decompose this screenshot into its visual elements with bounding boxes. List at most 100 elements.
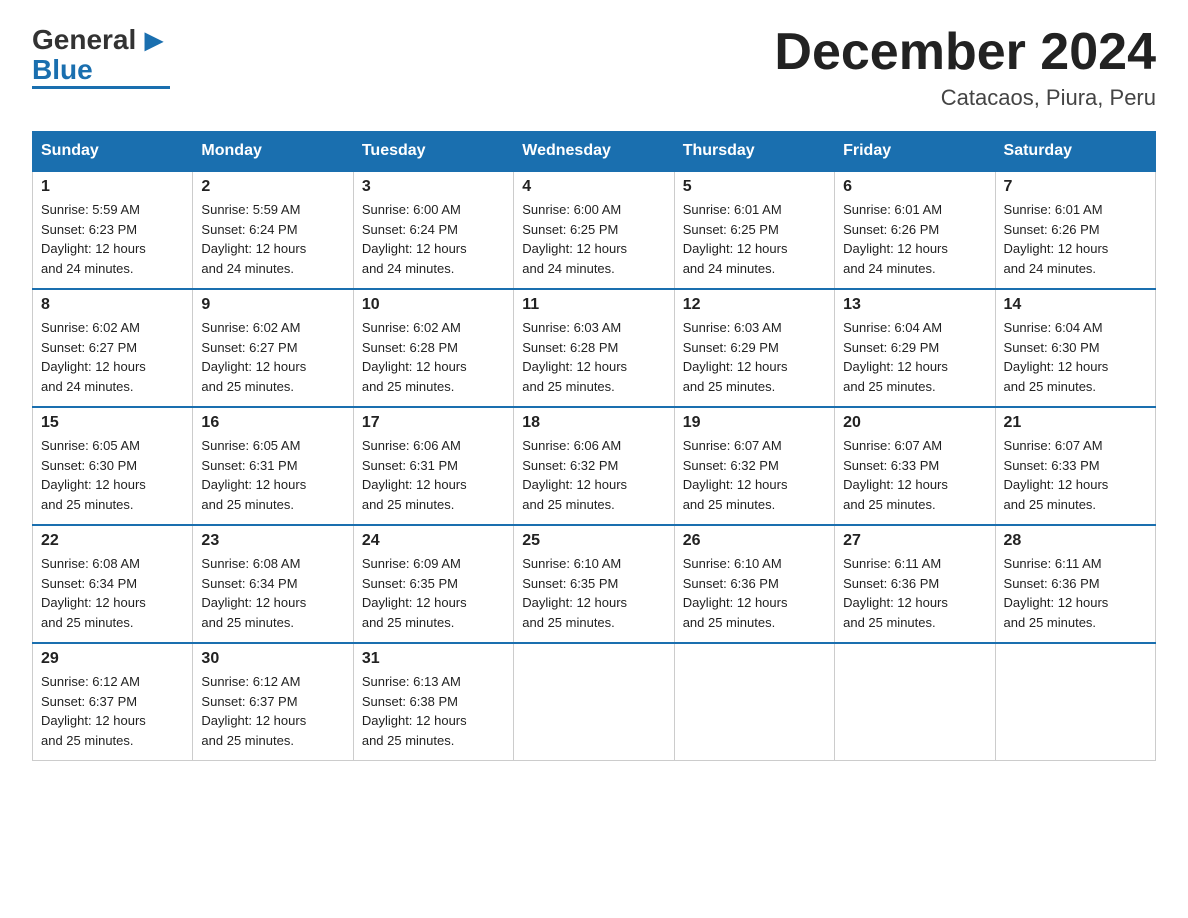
day-number: 23 <box>201 532 344 550</box>
table-row: 5 Sunrise: 6:01 AMSunset: 6:25 PMDayligh… <box>674 171 834 289</box>
day-info: Sunrise: 6:06 AMSunset: 6:31 PMDaylight:… <box>362 438 467 512</box>
day-info: Sunrise: 6:00 AMSunset: 6:24 PMDaylight:… <box>362 202 467 276</box>
page-header: General► Blue December 2024 Catacaos, Pi… <box>32 24 1156 111</box>
day-info: Sunrise: 6:07 AMSunset: 6:33 PMDaylight:… <box>843 438 948 512</box>
table-row: 21 Sunrise: 6:07 AMSunset: 6:33 PMDaylig… <box>995 407 1155 525</box>
table-row: 13 Sunrise: 6:04 AMSunset: 6:29 PMDaylig… <box>835 289 995 407</box>
day-number: 28 <box>1004 532 1147 550</box>
day-info: Sunrise: 6:01 AMSunset: 6:26 PMDaylight:… <box>1004 202 1109 276</box>
table-row: 27 Sunrise: 6:11 AMSunset: 6:36 PMDaylig… <box>835 525 995 643</box>
table-row: 4 Sunrise: 6:00 AMSunset: 6:25 PMDayligh… <box>514 171 674 289</box>
table-row: 25 Sunrise: 6:10 AMSunset: 6:35 PMDaylig… <box>514 525 674 643</box>
day-info: Sunrise: 5:59 AMSunset: 6:24 PMDaylight:… <box>201 202 306 276</box>
table-row: 12 Sunrise: 6:03 AMSunset: 6:29 PMDaylig… <box>674 289 834 407</box>
day-info: Sunrise: 6:10 AMSunset: 6:36 PMDaylight:… <box>683 556 788 630</box>
main-title: December 2024 <box>774 24 1156 81</box>
day-info: Sunrise: 6:02 AMSunset: 6:28 PMDaylight:… <box>362 320 467 394</box>
day-info: Sunrise: 6:00 AMSunset: 6:25 PMDaylight:… <box>522 202 627 276</box>
header-friday: Friday <box>835 132 995 172</box>
logo-arrow-icon: ► <box>138 24 170 56</box>
day-number: 6 <box>843 178 986 196</box>
day-info: Sunrise: 6:12 AMSunset: 6:37 PMDaylight:… <box>201 674 306 748</box>
table-row: 15 Sunrise: 6:05 AMSunset: 6:30 PMDaylig… <box>33 407 193 525</box>
day-info: Sunrise: 6:11 AMSunset: 6:36 PMDaylight:… <box>1004 556 1109 630</box>
table-row: 10 Sunrise: 6:02 AMSunset: 6:28 PMDaylig… <box>353 289 513 407</box>
day-number: 30 <box>201 650 344 668</box>
day-info: Sunrise: 6:01 AMSunset: 6:25 PMDaylight:… <box>683 202 788 276</box>
table-row: 29 Sunrise: 6:12 AMSunset: 6:37 PMDaylig… <box>33 643 193 761</box>
table-row: 19 Sunrise: 6:07 AMSunset: 6:32 PMDaylig… <box>674 407 834 525</box>
day-info: Sunrise: 6:12 AMSunset: 6:37 PMDaylight:… <box>41 674 146 748</box>
table-row: 7 Sunrise: 6:01 AMSunset: 6:26 PMDayligh… <box>995 171 1155 289</box>
table-row: 9 Sunrise: 6:02 AMSunset: 6:27 PMDayligh… <box>193 289 353 407</box>
day-number: 17 <box>362 414 505 432</box>
table-row <box>674 643 834 761</box>
day-number: 21 <box>1004 414 1147 432</box>
day-number: 8 <box>41 296 184 314</box>
day-number: 4 <box>522 178 665 196</box>
table-row: 17 Sunrise: 6:06 AMSunset: 6:31 PMDaylig… <box>353 407 513 525</box>
day-number: 10 <box>362 296 505 314</box>
table-row: 28 Sunrise: 6:11 AMSunset: 6:36 PMDaylig… <box>995 525 1155 643</box>
header-saturday: Saturday <box>995 132 1155 172</box>
day-info: Sunrise: 6:08 AMSunset: 6:34 PMDaylight:… <box>201 556 306 630</box>
day-info: Sunrise: 6:03 AMSunset: 6:29 PMDaylight:… <box>683 320 788 394</box>
day-number: 14 <box>1004 296 1147 314</box>
day-info: Sunrise: 5:59 AMSunset: 6:23 PMDaylight:… <box>41 202 146 276</box>
calendar-week-row: 29 Sunrise: 6:12 AMSunset: 6:37 PMDaylig… <box>33 643 1156 761</box>
day-number: 7 <box>1004 178 1147 196</box>
table-row: 11 Sunrise: 6:03 AMSunset: 6:28 PMDaylig… <box>514 289 674 407</box>
calendar-week-row: 1 Sunrise: 5:59 AMSunset: 6:23 PMDayligh… <box>33 171 1156 289</box>
table-row <box>514 643 674 761</box>
day-number: 26 <box>683 532 826 550</box>
logo-general-text: General <box>32 24 136 56</box>
day-number: 1 <box>41 178 184 196</box>
table-row: 18 Sunrise: 6:06 AMSunset: 6:32 PMDaylig… <box>514 407 674 525</box>
day-number: 24 <box>362 532 505 550</box>
day-info: Sunrise: 6:02 AMSunset: 6:27 PMDaylight:… <box>201 320 306 394</box>
table-row: 30 Sunrise: 6:12 AMSunset: 6:37 PMDaylig… <box>193 643 353 761</box>
day-number: 22 <box>41 532 184 550</box>
calendar-table: Sunday Monday Tuesday Wednesday Thursday… <box>32 131 1156 761</box>
header-sunday: Sunday <box>33 132 193 172</box>
table-row: 1 Sunrise: 5:59 AMSunset: 6:23 PMDayligh… <box>33 171 193 289</box>
table-row: 2 Sunrise: 5:59 AMSunset: 6:24 PMDayligh… <box>193 171 353 289</box>
day-number: 18 <box>522 414 665 432</box>
day-number: 19 <box>683 414 826 432</box>
day-number: 12 <box>683 296 826 314</box>
day-number: 27 <box>843 532 986 550</box>
table-row <box>835 643 995 761</box>
logo-blue-text: Blue <box>32 56 170 89</box>
day-info: Sunrise: 6:11 AMSunset: 6:36 PMDaylight:… <box>843 556 948 630</box>
table-row: 16 Sunrise: 6:05 AMSunset: 6:31 PMDaylig… <box>193 407 353 525</box>
calendar-week-row: 8 Sunrise: 6:02 AMSunset: 6:27 PMDayligh… <box>33 289 1156 407</box>
day-number: 15 <box>41 414 184 432</box>
table-row: 6 Sunrise: 6:01 AMSunset: 6:26 PMDayligh… <box>835 171 995 289</box>
day-number: 29 <box>41 650 184 668</box>
day-info: Sunrise: 6:05 AMSunset: 6:31 PMDaylight:… <box>201 438 306 512</box>
logo-line1: General► <box>32 24 170 56</box>
table-row: 3 Sunrise: 6:00 AMSunset: 6:24 PMDayligh… <box>353 171 513 289</box>
table-row <box>995 643 1155 761</box>
table-row: 23 Sunrise: 6:08 AMSunset: 6:34 PMDaylig… <box>193 525 353 643</box>
day-info: Sunrise: 6:08 AMSunset: 6:34 PMDaylight:… <box>41 556 146 630</box>
day-info: Sunrise: 6:07 AMSunset: 6:32 PMDaylight:… <box>683 438 788 512</box>
logo: General► Blue <box>32 24 170 89</box>
header-tuesday: Tuesday <box>353 132 513 172</box>
day-number: 20 <box>843 414 986 432</box>
day-number: 5 <box>683 178 826 196</box>
calendar-week-row: 22 Sunrise: 6:08 AMSunset: 6:34 PMDaylig… <box>33 525 1156 643</box>
table-row: 14 Sunrise: 6:04 AMSunset: 6:30 PMDaylig… <box>995 289 1155 407</box>
day-info: Sunrise: 6:06 AMSunset: 6:32 PMDaylight:… <box>522 438 627 512</box>
title-block: December 2024 Catacaos, Piura, Peru <box>774 24 1156 111</box>
calendar-week-row: 15 Sunrise: 6:05 AMSunset: 6:30 PMDaylig… <box>33 407 1156 525</box>
day-number: 25 <box>522 532 665 550</box>
day-info: Sunrise: 6:13 AMSunset: 6:38 PMDaylight:… <box>362 674 467 748</box>
subtitle: Catacaos, Piura, Peru <box>774 85 1156 111</box>
table-row: 31 Sunrise: 6:13 AMSunset: 6:38 PMDaylig… <box>353 643 513 761</box>
day-info: Sunrise: 6:01 AMSunset: 6:26 PMDaylight:… <box>843 202 948 276</box>
day-info: Sunrise: 6:09 AMSunset: 6:35 PMDaylight:… <box>362 556 467 630</box>
day-info: Sunrise: 6:07 AMSunset: 6:33 PMDaylight:… <box>1004 438 1109 512</box>
day-number: 16 <box>201 414 344 432</box>
table-row: 26 Sunrise: 6:10 AMSunset: 6:36 PMDaylig… <box>674 525 834 643</box>
